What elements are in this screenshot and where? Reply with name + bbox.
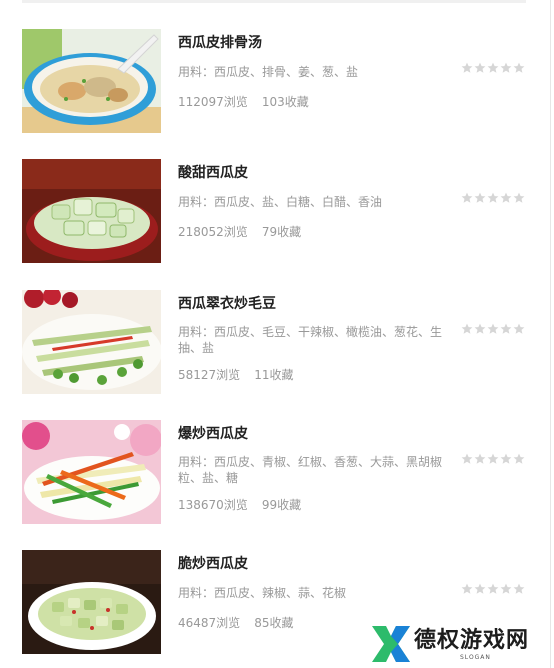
recipe-photo-stir-fry[interactable] xyxy=(22,420,161,524)
recipe-title[interactable]: 酸甜西瓜皮 xyxy=(178,162,248,182)
favorite-count: 11收藏 xyxy=(254,368,294,382)
star-icon xyxy=(513,453,525,464)
star-icon xyxy=(461,62,473,73)
rating-stars xyxy=(461,453,525,466)
star-icon xyxy=(500,323,512,334)
view-count: 112097浏览 xyxy=(178,95,248,109)
star-icon xyxy=(500,453,512,464)
view-count: 138670浏览 xyxy=(178,498,248,512)
top-divider xyxy=(22,0,526,3)
star-icon xyxy=(500,192,512,203)
recipe-photo-image xyxy=(22,420,161,524)
recipe-ingredients: 用料：西瓜皮、毛豆、干辣椒、橄榄油、葱花、生抽、盐 xyxy=(178,325,443,355)
recipe-photo-sweet-sour[interactable] xyxy=(22,159,161,263)
watermark-slogan: SLOGAN xyxy=(460,654,491,661)
recipe-item[interactable]: 西瓜皮排骨汤 用料：西瓜皮、排骨、姜、葱、盐 112097浏览 103收藏 xyxy=(0,29,554,135)
star-icon xyxy=(487,62,499,73)
recipe-ingredients: 用料：西瓜皮、辣椒、蒜、花椒 xyxy=(178,586,347,600)
recipe-title[interactable]: 脆炒西瓜皮 xyxy=(178,553,248,573)
favorite-count: 103收藏 xyxy=(261,95,309,109)
rating-stars xyxy=(461,323,525,336)
view-count: 218052浏览 xyxy=(178,225,248,239)
watermark-text: 德权游戏网 xyxy=(414,628,530,653)
star-icon xyxy=(474,453,486,464)
star-icon xyxy=(474,192,486,203)
site-watermark: 德权游戏网 SLOGAN xyxy=(366,621,552,667)
recipe-photo-image xyxy=(22,550,161,654)
star-icon xyxy=(487,453,499,464)
recipe-photo-crispy[interactable] xyxy=(22,550,161,654)
recipe-item[interactable]: 西瓜翠衣炒毛豆 用料：西瓜皮、毛豆、干辣椒、橄榄油、葱花、生抽、盐 58127浏… xyxy=(0,290,554,396)
star-icon xyxy=(500,62,512,73)
recipe-stats: 138670浏览 99收藏 xyxy=(178,496,301,513)
recipe-stats: 58127浏览 11收藏 xyxy=(178,366,293,383)
recipe-ingredients: 用料：西瓜皮、盐、白糖、白醋、香油 xyxy=(178,195,383,209)
star-icon xyxy=(487,192,499,203)
star-icon xyxy=(487,583,499,594)
recipe-photo-image xyxy=(22,290,161,394)
star-icon xyxy=(474,62,486,73)
recipe-list-page: 西瓜皮排骨汤 用料：西瓜皮、排骨、姜、葱、盐 112097浏览 103收藏 酸甜… xyxy=(0,0,554,668)
star-icon xyxy=(487,323,499,334)
star-icon xyxy=(461,323,473,334)
recipe-stats: 218052浏览 79收藏 xyxy=(178,223,301,240)
recipe-ingredients: 用料：西瓜皮、排骨、姜、葱、盐 xyxy=(178,65,359,79)
recipe-title[interactable]: 西瓜皮排骨汤 xyxy=(178,32,262,52)
star-icon xyxy=(474,323,486,334)
recipe-item[interactable]: 爆炒西瓜皮 用料：西瓜皮、青椒、红椒、香葱、大蒜、黑胡椒粒、盐、糖 138670… xyxy=(0,420,554,526)
view-count: 58127浏览 xyxy=(178,368,241,382)
recipe-photo-image xyxy=(22,159,161,263)
rating-stars xyxy=(461,583,525,596)
rating-stars xyxy=(461,62,525,75)
star-icon xyxy=(461,583,473,594)
favorite-count: 85收藏 xyxy=(254,616,294,630)
recipe-item[interactable]: 酸甜西瓜皮 用料：西瓜皮、盐、白糖、白醋、香油 218052浏览 79收藏 xyxy=(0,159,554,265)
star-icon xyxy=(513,583,525,594)
recipe-title[interactable]: 西瓜翠衣炒毛豆 xyxy=(178,293,276,313)
star-icon xyxy=(461,453,473,464)
star-icon xyxy=(461,192,473,203)
recipe-photo-soup[interactable] xyxy=(22,29,161,133)
star-icon xyxy=(513,192,525,203)
favorite-count: 79收藏 xyxy=(261,225,302,239)
recipe-photo-edamame[interactable] xyxy=(22,290,161,394)
star-icon xyxy=(513,62,525,73)
star-icon xyxy=(513,323,525,334)
recipe-ingredients: 用料：西瓜皮、青椒、红椒、香葱、大蒜、黑胡椒粒、盐、糖 xyxy=(178,455,443,485)
recipe-photo-image xyxy=(22,29,161,133)
favorite-count: 99收藏 xyxy=(261,498,302,512)
recipe-stats: 112097浏览 103收藏 xyxy=(178,93,309,110)
star-icon xyxy=(500,583,512,594)
recipe-title[interactable]: 爆炒西瓜皮 xyxy=(178,423,248,443)
rating-stars xyxy=(461,192,525,205)
site-logo-icon xyxy=(372,626,410,662)
view-count: 46487浏览 xyxy=(178,616,241,630)
star-icon xyxy=(474,583,486,594)
recipe-stats: 46487浏览 85收藏 xyxy=(178,614,293,631)
